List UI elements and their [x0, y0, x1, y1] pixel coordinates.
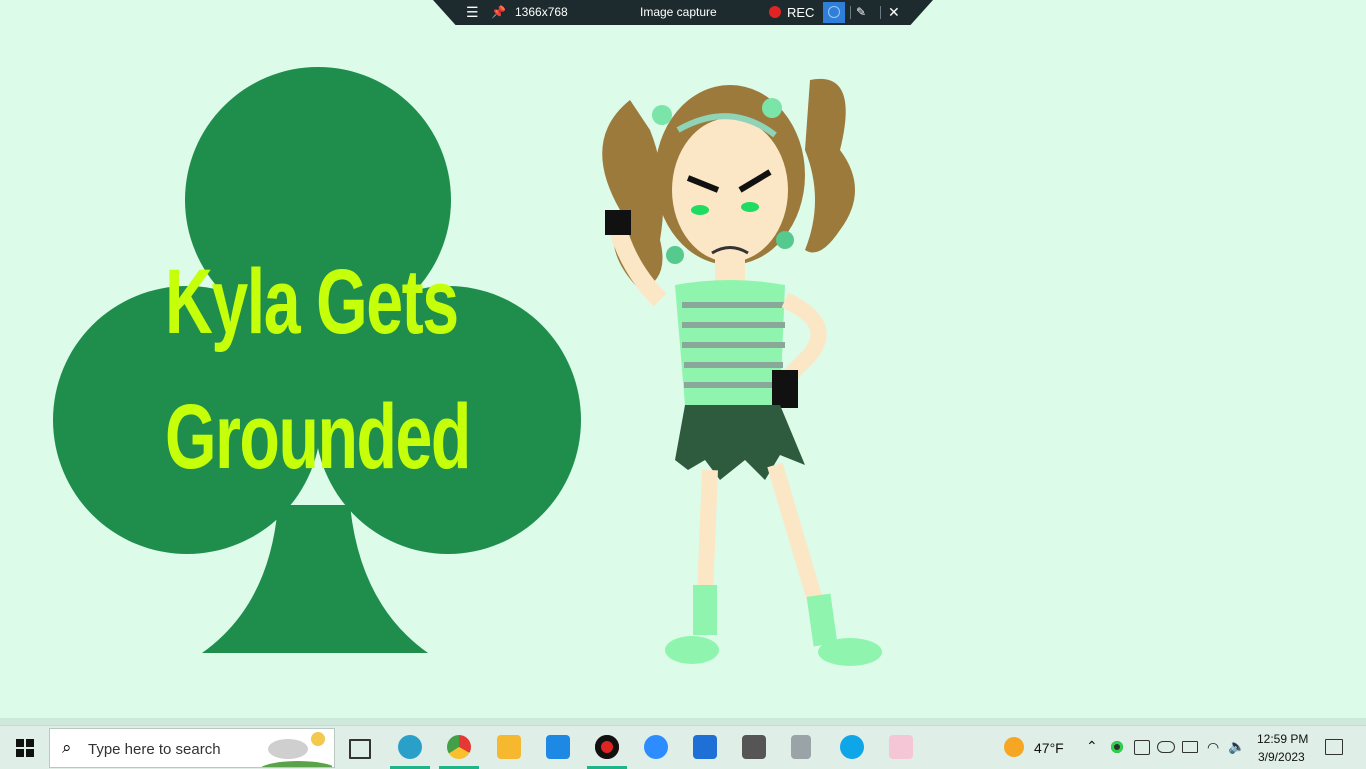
notifications-icon[interactable]	[1325, 739, 1343, 755]
voice-recorder-icon[interactable]	[791, 735, 811, 759]
app-b-icon[interactable]	[742, 735, 766, 759]
capture-mode-label[interactable]: Image capture	[640, 5, 717, 20]
hamburger-icon[interactable]: ☰	[466, 5, 479, 20]
weather-icon[interactable]	[1004, 737, 1024, 757]
search-box[interactable]: ⌕ Type here to search	[49, 728, 335, 768]
battery-icon[interactable]	[1182, 741, 1198, 753]
mail-icon[interactable]	[546, 735, 570, 759]
record-icon[interactable]	[769, 6, 781, 18]
divider	[850, 6, 851, 19]
anime-app-icon[interactable]	[889, 735, 913, 759]
edge-icon[interactable]	[398, 735, 422, 759]
pen-icon[interactable]: ✎	[856, 5, 866, 20]
search-placeholder: Type here to search	[88, 741, 221, 758]
wifi-icon[interactable]: ◠	[1207, 739, 1219, 756]
character-kyla	[602, 78, 882, 666]
volume-icon[interactable]: 🔈	[1228, 738, 1245, 755]
zoom-icon[interactable]	[644, 735, 668, 759]
microsoft-store-icon[interactable]	[693, 735, 717, 759]
video-thumbnail: Kyla Gets Grounded	[0, 25, 1366, 718]
title-line-1: Kyla Gets	[165, 251, 459, 353]
recorder-icon[interactable]	[595, 735, 619, 759]
skype-icon[interactable]	[840, 735, 864, 759]
weather-temp[interactable]: 47°F	[1034, 740, 1064, 756]
taskbar: ⌕ Type here to search 47°F ⌃ ◠ 🔈 12:59 P…	[0, 725, 1366, 769]
club-shape	[53, 67, 581, 653]
task-view-icon[interactable]	[349, 739, 371, 759]
status-green-icon[interactable]	[1111, 741, 1123, 753]
taskbar-divider	[0, 718, 1366, 725]
rec-button[interactable]: REC	[787, 5, 814, 20]
circle-icon	[828, 6, 840, 18]
file-explorer-icon[interactable]	[497, 735, 521, 759]
pin-icon[interactable]: 📌	[491, 5, 506, 20]
capture-toolbar: ☰ 📌 1366x768 Image capture REC ✎ ✕	[433, 0, 933, 25]
search-highlight-icon	[261, 732, 332, 767]
clock-time[interactable]: 12:59 PM	[1257, 732, 1308, 746]
meet-now-icon[interactable]	[1134, 740, 1150, 755]
title-line-2: Grounded	[165, 386, 471, 488]
onedrive-icon[interactable]	[1157, 741, 1175, 753]
resolution-label: 1366x768	[515, 5, 568, 19]
clock-date[interactable]: 3/9/2023	[1258, 750, 1305, 764]
start-button[interactable]	[10, 726, 40, 769]
search-icon: ⌕	[62, 738, 72, 757]
chrome-icon[interactable]	[447, 735, 471, 759]
chevron-up-icon[interactable]: ⌃	[1086, 738, 1098, 755]
close-icon[interactable]: ✕	[888, 5, 900, 20]
region-select-button[interactable]	[823, 2, 845, 23]
windows-icon	[16, 739, 34, 757]
divider	[880, 6, 881, 19]
